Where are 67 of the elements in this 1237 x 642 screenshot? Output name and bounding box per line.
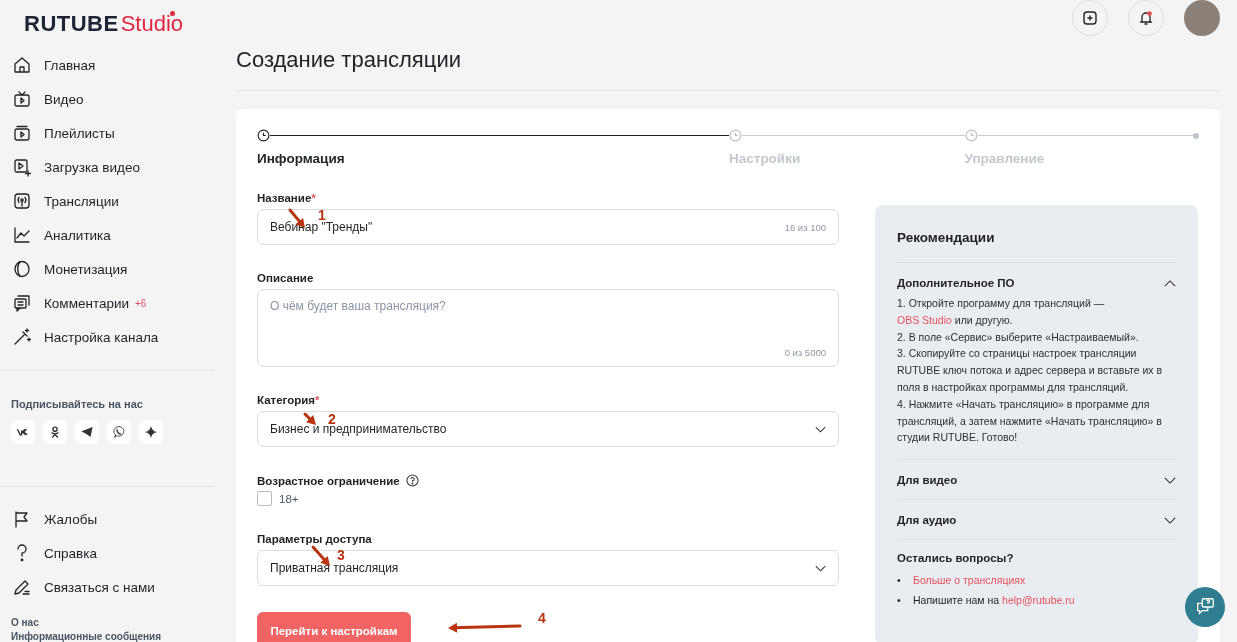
panel-title: Рекомендации [897, 227, 1176, 263]
bullet: • [897, 573, 902, 589]
annotation-number: 3 [337, 548, 345, 562]
instruction-text: 2. В поле «Сервис» выберите «Настраиваемый». [897, 329, 1140, 345]
sidebar-item[interactable]: Главная [0, 48, 215, 82]
social-heading: Подписывайтесь на нас [11, 398, 144, 410]
sidebar-item[interactable]: Плейлисты [0, 116, 215, 150]
wand-icon [12, 327, 32, 347]
coin-icon [12, 259, 32, 279]
chevron-down-icon[interactable] [1164, 516, 1176, 524]
contact-text: Напишите нам на [913, 594, 1000, 607]
instruction-text: или другую. [954, 313, 1013, 326]
sidebar-item[interactable]: Жалобы [0, 502, 215, 536]
sidebar-item[interactable]: Загрузка видео [0, 150, 215, 184]
questions-heading: Остались вопросы? [897, 552, 1015, 565]
ok-logo-icon[interactable] [43, 420, 67, 444]
field-label: Возрастное ограничение [257, 474, 400, 487]
tv-icon [12, 89, 32, 109]
footer-link[interactable]: О нас [11, 617, 215, 628]
field-label: Название* [257, 192, 317, 204]
annotation-number: 1 [318, 208, 326, 222]
sidebar-item[interactable]: Трансляции [0, 184, 215, 218]
checkbox-label: 18+ [279, 492, 299, 505]
section-heading[interactable]: Для аудио [897, 514, 957, 527]
help-icon[interactable] [405, 474, 419, 487]
plus-square-icon [1082, 10, 1098, 26]
chevron-down-icon [815, 425, 826, 433]
checkbox[interactable] [257, 491, 272, 506]
upload-icon [12, 157, 32, 177]
rutube-studio-logo[interactable]: RUTUBEStudio [24, 11, 184, 37]
footer-link[interactable]: Информационные сообщения [11, 631, 215, 642]
annotation-number: 4 [538, 611, 546, 625]
chevron-down-icon [815, 564, 826, 572]
chart-icon [12, 225, 32, 245]
annotation-number: 2 [328, 412, 336, 426]
chevron-up-icon[interactable] [1164, 279, 1176, 287]
add-button[interactable] [1072, 0, 1108, 36]
chevron-down-icon[interactable] [1164, 476, 1176, 484]
paper-plane-icon[interactable] [75, 420, 99, 444]
sidebar-item[interactable]: Монетизация [0, 252, 215, 286]
instruction-text: 1. Откройте программу для трансляций — [897, 296, 1106, 311]
instruction-text: 3. Скопируйте со страницы настроек трансляции RUTUBE ключ потока и адрес сервера и вставьте их в поля в настройках программы для трансляций. [897, 346, 1164, 395]
avatar[interactable] [1184, 0, 1220, 36]
home-icon [12, 55, 32, 75]
comments-icon [12, 293, 32, 313]
field-label: Параметры доступа [257, 533, 373, 545]
sidebar-item[interactable]: Настройка канала [0, 320, 215, 354]
phone-bubble-icon[interactable] [107, 420, 131, 444]
bell-icon [1138, 10, 1154, 26]
sidebar-item[interactable]: Справка [0, 536, 215, 570]
live-icon [12, 191, 32, 211]
page-title: Создание трансляции [236, 49, 462, 71]
sidebar-item[interactable]: Аналитика [0, 218, 215, 252]
sidebar-item[interactable]: Видео [0, 82, 215, 116]
sidebar-item[interactable]: Связаться с нами [0, 570, 215, 604]
sidebar-item[interactable]: Комментарии +6 [0, 286, 215, 320]
vk-logo-icon[interactable] [11, 420, 35, 444]
bullet: • [897, 593, 902, 609]
notifications-button[interactable] [1128, 0, 1164, 36]
field-label: Категория* [257, 394, 321, 406]
instruction-text: 4. Нажмите «Начать трансляцию» в программе для трансляций, а затем нажмите «Начать трансляцию» в студии RUTUBE. Готово! [897, 396, 1163, 446]
playlist-icon [12, 123, 32, 143]
step-tab[interactable]: Информация [257, 151, 729, 166]
sparkle-icon[interactable] [139, 420, 163, 444]
section-heading[interactable]: Дополнительное ПО [897, 277, 1015, 289]
section-heading[interactable]: Для видео [897, 474, 958, 487]
field-label: Описание [257, 272, 315, 284]
